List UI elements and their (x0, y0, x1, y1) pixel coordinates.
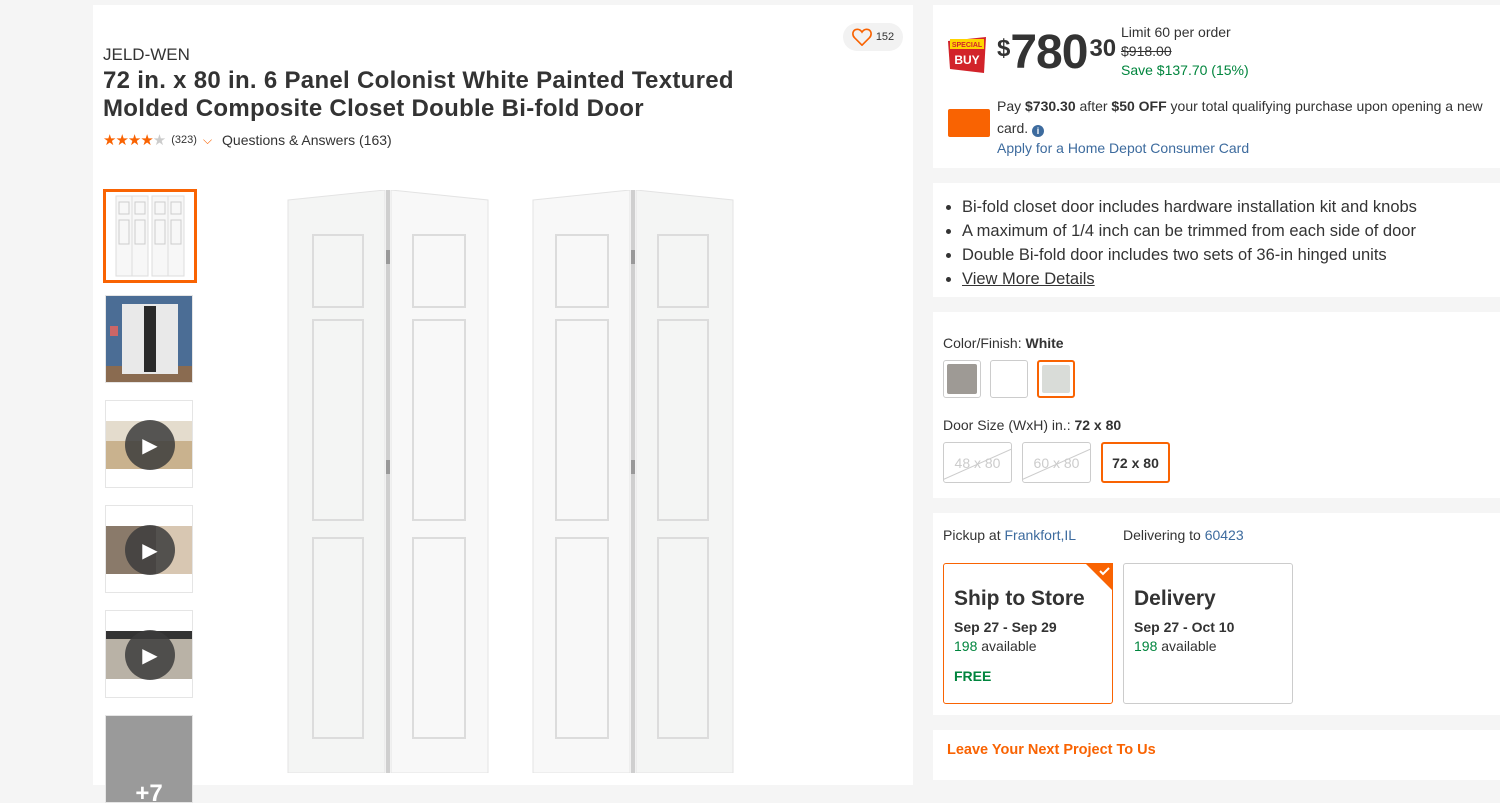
review-count[interactable]: (323) (171, 134, 197, 146)
price-meta: Limit 60 per order $918.00 Save $137.70 … (1121, 23, 1249, 80)
ship-avail-label: available (977, 638, 1037, 654)
thumbnail-room-scene[interactable] (105, 295, 193, 383)
delivery-zip-link[interactable]: 60423 (1205, 527, 1244, 543)
price-currency: $ (997, 35, 1011, 62)
door-thumbnail-image (115, 195, 185, 277)
delivery-title: Delivery (1134, 587, 1216, 610)
play-icon: ▶ (125, 525, 175, 575)
credit-card-icon (948, 109, 990, 137)
thumbnail-door-front[interactable] (103, 189, 197, 283)
delivery-avail-label: available (1157, 638, 1217, 654)
favorites-count: 152 (875, 31, 895, 43)
pay-prefix: Pay (997, 98, 1026, 114)
color-swatch-gray[interactable] (943, 360, 981, 398)
rating-row: ★★★★★ (323) ⌵ Questions & Answers (163) (103, 131, 392, 149)
color-value: White (1025, 335, 1064, 351)
product-title: 72 in. x 80 in. 6 Panel Colonist White P… (103, 67, 734, 122)
delivery-option[interactable]: Delivery Sep 27 - Oct 10 198 available (1123, 563, 1293, 704)
highlight-item: Double Bi-fold door includes two sets of… (962, 243, 1417, 267)
door-left (287, 190, 489, 773)
project-card: Leave Your Next Project To Us (933, 730, 1500, 780)
thumbnail-more[interactable]: +7 (105, 715, 193, 803)
color-swatch-selected[interactable] (1037, 360, 1075, 398)
order-limit: Limit 60 per order (1121, 24, 1231, 40)
price-cents: 30 (1089, 35, 1117, 62)
pickup-location: Pickup at Frankfort,IL (943, 527, 1076, 543)
pickup-label: Pickup at (943, 527, 1005, 543)
color-swatch-white[interactable] (990, 360, 1028, 398)
favorite-button[interactable]: 152 (843, 23, 903, 51)
info-icon[interactable]: i (1032, 125, 1045, 137)
options-card: Color/Finish: White Door Size (WxH) in.:… (933, 312, 1500, 498)
door-right (532, 190, 734, 773)
thumbnail-video-3[interactable]: ▶ (105, 610, 193, 698)
size-option-72x80[interactable]: 72 x 80 (1101, 442, 1170, 483)
ship-count: 198 (954, 638, 978, 654)
highlight-item: Bi-fold closet door includes hardware in… (962, 195, 1417, 219)
deliver-label: Delivering to (1123, 527, 1205, 543)
room-scene-image (106, 296, 192, 382)
price-card: SPECIAL BUY $ 780 30 Limit 60 per order … (933, 5, 1500, 168)
color-option-label: Color/Finish: White (943, 335, 1064, 351)
heart-icon (851, 28, 872, 46)
apply-card-link[interactable]: Apply for a Home Depot Consumer Card (997, 137, 1249, 159)
ship-price: FREE (954, 668, 992, 684)
delivery-dates: Sep 27 - Oct 10 (1134, 619, 1235, 635)
ship-availability: 198 available (954, 638, 1102, 654)
price-dollars: 780 (1010, 26, 1088, 79)
badge-line2: BUY (954, 53, 979, 67)
selected-check-icon (1085, 563, 1113, 591)
thumbnail-video-2[interactable]: ▶ (105, 505, 193, 593)
credit-offer-text: Pay $730.30 after $50 OFF your total qua… (997, 95, 1497, 139)
price: $ 780 30 (997, 27, 1116, 79)
leave-project-link[interactable]: Leave Your Next Project To Us (947, 742, 1156, 758)
pickup-store-link[interactable]: Frankfort,IL (1004, 527, 1076, 543)
more-images-count: +7 (135, 780, 163, 803)
pay-off: $50 OFF (1111, 98, 1167, 114)
view-more-details-link[interactable]: View More Details (962, 270, 1095, 288)
product-media-panel: JELD-WEN 72 in. x 80 in. 6 Panel Colonis… (93, 5, 913, 803)
chevron-down-icon[interactable]: ⌵ (203, 133, 212, 148)
delivery-location: Delivering to 60423 (1123, 527, 1244, 543)
questions-answers-link[interactable]: Questions & Answers (163) (222, 132, 392, 148)
thumbnail-video-1[interactable]: ▶ (105, 400, 193, 488)
pay-amount: $730.30 (1025, 98, 1076, 114)
star-rating[interactable]: ★★★★★ (103, 131, 166, 149)
pay-after: after (1075, 98, 1112, 114)
product-main-image[interactable] (283, 190, 743, 773)
fulfillment-card: Pickup at Frankfort,IL Delivering to 604… (933, 513, 1500, 715)
size-option-label: Door Size (WxH) in.: 72 x 80 (943, 417, 1122, 433)
ship-dates: Sep 27 - Sep 29 (954, 619, 1057, 635)
play-icon: ▶ (125, 420, 175, 470)
ship-title: Ship to Store (954, 587, 1085, 610)
highlights-card: Bi-fold closet door includes hardware in… (933, 183, 1500, 297)
badge-line1: SPECIAL (952, 42, 983, 49)
highlights-list: Bi-fold closet door includes hardware in… (962, 195, 1417, 291)
size-option-60x80[interactable]: 60 x 80 (1022, 442, 1091, 483)
delivery-availability: 198 available (1134, 638, 1282, 654)
size-label: Door Size (WxH) in. (943, 417, 1067, 433)
delivery-count: 198 (1134, 638, 1158, 654)
highlight-item: A maximum of 1/4 inch can be trimmed fro… (962, 219, 1417, 243)
color-label: Color/Finish (943, 335, 1018, 351)
ship-to-store-option[interactable]: Ship to Store Sep 27 - Sep 29 198 availa… (943, 563, 1113, 704)
brand-name[interactable]: JELD-WEN (103, 45, 190, 65)
special-buy-badge: SPECIAL BUY (948, 37, 986, 73)
view-more-item: View More Details (962, 267, 1417, 291)
was-price: $918.00 (1121, 43, 1172, 59)
size-value: 72 x 80 (1074, 417, 1122, 433)
savings: Save $137.70 (15%) (1121, 62, 1249, 78)
size-option-48x80[interactable]: 48 x 80 (943, 442, 1012, 483)
play-icon: ▶ (125, 630, 175, 680)
